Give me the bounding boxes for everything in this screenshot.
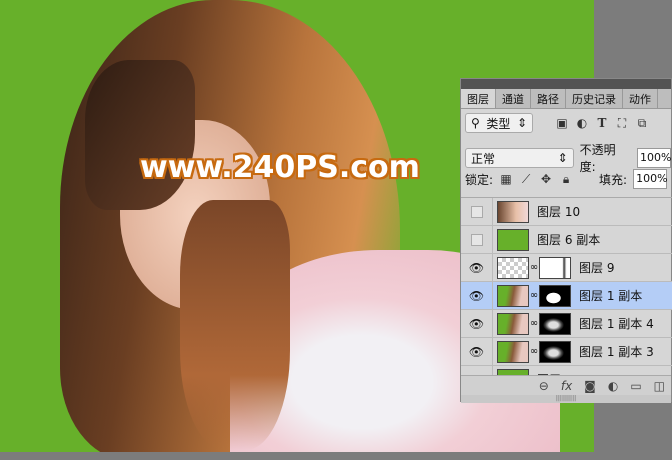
brush-icon[interactable]: ⟋: [519, 172, 533, 187]
layer-row[interactable]: 图层 6 副本: [461, 225, 672, 254]
lock-row: 锁定: ▦ ⟋ ✥ 🔒︎ 填充: 100%: [465, 169, 671, 189]
eye-icon[interactable]: 👁︎: [461, 253, 493, 282]
tab-layers[interactable]: 图层: [461, 89, 496, 108]
move-icon[interactable]: ✥: [539, 172, 553, 186]
mask-icon[interactable]: ◙: [584, 379, 596, 393]
tab-channels[interactable]: 通道: [496, 89, 531, 108]
layer-thumbnail: [497, 256, 529, 279]
visibility-toggle[interactable]: [470, 233, 483, 246]
layer-mask[interactable]: [539, 284, 571, 307]
layer-thumbnail: [497, 312, 529, 335]
layer-row[interactable]: 图层 10: [461, 198, 672, 226]
fill-input[interactable]: 100%: [633, 169, 668, 189]
shape-icon[interactable]: ⛶: [615, 116, 629, 131]
fill-label: 填充:: [599, 172, 628, 187]
chain-icon[interactable]: ∞: [529, 290, 539, 301]
tab-actions[interactable]: 动作: [623, 89, 658, 108]
new-layer-icon[interactable]: ◫: [654, 379, 665, 393]
photo-hair-side: [180, 200, 290, 450]
folder-icon[interactable]: ▭: [630, 379, 641, 393]
layer-row[interactable]: 👁︎ ∞ 图层 9: [461, 253, 672, 282]
updown-icon: ⇕: [557, 151, 568, 165]
eye-icon[interactable]: 👁︎: [461, 365, 493, 375]
layer-row-selected[interactable]: 👁︎ ∞ 图层 1 副本: [461, 281, 672, 310]
layers-list: 图层 10 图层 6 副本 👁︎ ∞ 图层 9 👁︎ ∞ 图层 1 副本 👁︎ ∞ 图层 1…: [461, 197, 672, 375]
chain-icon[interactable]: ∞: [529, 262, 539, 273]
layer-mask[interactable]: [539, 340, 571, 363]
link-icon[interactable]: ⊖: [539, 379, 549, 393]
layer-thumbnail: [497, 228, 529, 251]
smart-object-icon[interactable]: ⧉: [635, 116, 649, 131]
layer-mask[interactable]: [539, 256, 571, 279]
pasteboard-bottom: [0, 452, 672, 460]
watermark: www.240PS.com: [140, 150, 420, 185]
tab-history[interactable]: 历史记录: [566, 89, 623, 108]
layer-row[interactable]: 👁︎ ∞ 图层 1 副本 4: [461, 309, 672, 338]
updown-icon: ⇕: [516, 116, 527, 130]
opacity-input[interactable]: 100%: [637, 148, 671, 168]
chain-icon[interactable]: ∞: [529, 346, 539, 357]
blend-mode-select[interactable]: 正常 ⇕: [465, 148, 574, 168]
panel-footer: ⊖ fx ◙ ◐ ▭ ◫: [461, 375, 671, 395]
panel-title-bar[interactable]: [461, 79, 671, 89]
lock-transparent-icon[interactable]: ▦: [499, 172, 513, 186]
layer-mask[interactable]: [539, 312, 571, 335]
lock-icon[interactable]: 🔒︎: [559, 172, 573, 187]
layer-row[interactable]: 👁︎图层: [461, 365, 672, 375]
adjustment-icon[interactable]: ◐: [575, 116, 589, 130]
tab-paths[interactable]: 路径: [531, 89, 566, 108]
chain-icon[interactable]: ∞: [529, 318, 539, 329]
fx-icon[interactable]: fx: [561, 379, 572, 393]
filter-kind-select[interactable]: ⚲ 类型 ⇕: [465, 113, 533, 133]
layer-thumbnail: [497, 340, 529, 363]
eye-icon[interactable]: 👁︎: [461, 337, 493, 366]
eye-icon[interactable]: 👁︎: [461, 281, 493, 310]
visibility-toggle[interactable]: [470, 205, 483, 218]
filter-row: ⚲ 类型 ⇕ ▣ ◐ T ⛶ ⧉: [465, 113, 671, 133]
panel-tabs: 图层 通道 路径 历史记录 动作: [461, 89, 671, 109]
adjustment-icon[interactable]: ◐: [608, 379, 618, 393]
eye-icon[interactable]: 👁︎: [461, 309, 493, 338]
search-icon: ⚲: [471, 116, 480, 130]
layers-panel: 图层 通道 路径 历史记录 动作 ⚲ 类型 ⇕ ▣ ◐ T ⛶ ⧉ 正常 ⇕ 不透明度…: [460, 78, 672, 403]
layer-thumbnail: [497, 284, 529, 307]
resize-grip[interactable]: ||||||||||: [461, 395, 671, 403]
image-icon[interactable]: ▣: [555, 116, 569, 130]
layer-row[interactable]: 👁︎ ∞ 图层 1 副本 3: [461, 337, 672, 366]
type-icon[interactable]: T: [595, 116, 609, 130]
lock-label: 锁定:: [465, 172, 494, 187]
photo-hair-front: [85, 60, 195, 210]
layer-thumbnail: [497, 200, 529, 223]
